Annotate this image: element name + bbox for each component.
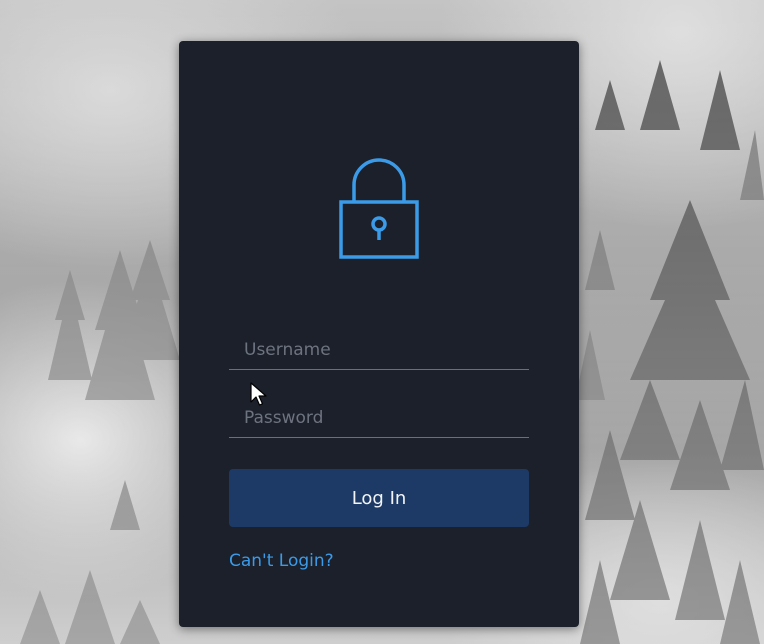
username-field xyxy=(229,331,529,370)
cant-login-link[interactable]: Can't Login? xyxy=(229,551,334,571)
password-input[interactable] xyxy=(229,399,529,437)
lock-icon xyxy=(339,158,419,259)
password-field xyxy=(229,399,529,438)
login-card: Log In Can't Login? xyxy=(179,41,579,627)
mouse-pointer-icon xyxy=(250,382,267,406)
login-button[interactable]: Log In xyxy=(229,469,529,527)
username-input[interactable] xyxy=(229,331,529,369)
